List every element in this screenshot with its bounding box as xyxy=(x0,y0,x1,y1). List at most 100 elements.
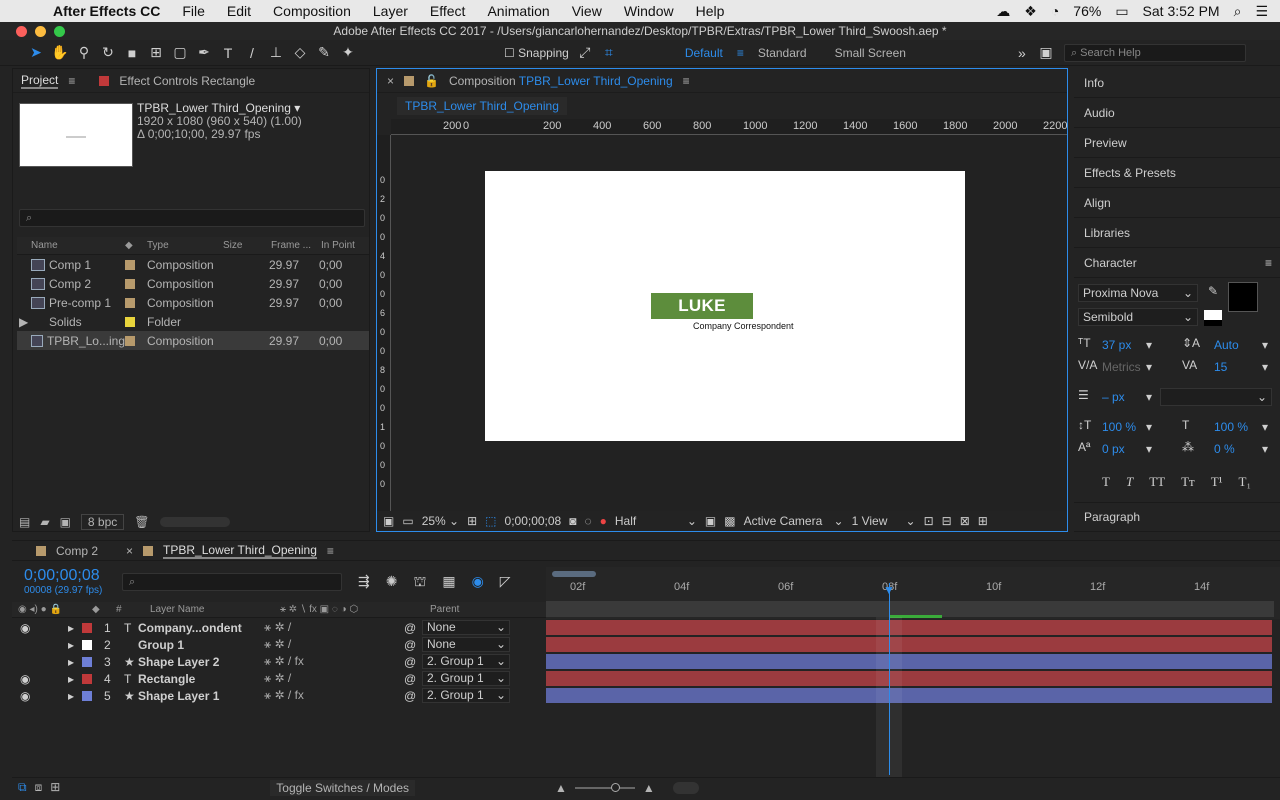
label-swatch[interactable] xyxy=(125,317,135,328)
viewer-timecode[interactable]: 0;00;00;08 xyxy=(505,514,562,528)
work-area-bar[interactable] xyxy=(552,571,596,577)
comp-canvas[interactable]: LUKE HILLS Company Correspondent xyxy=(391,135,1067,511)
transfer-controls-icon[interactable]: ⧈ xyxy=(35,780,43,795)
layer-row[interactable]: ◉ ▸ 4 T Rectangle ⚹ ✲ / @2. Group 1 ⌄ xyxy=(12,670,546,687)
zoom-in-icon[interactable]: ▲ xyxy=(643,781,655,795)
always-preview-icon[interactable]: ▣ xyxy=(383,514,394,528)
roto-brush-tool-icon[interactable]: ✎ xyxy=(312,42,336,64)
playhead-line[interactable] xyxy=(889,583,890,775)
layer-switches[interactable]: ⚹ ✲ / xyxy=(264,671,404,686)
project-row[interactable]: TPBR_Lo...ing Composition 29.97 0;00 xyxy=(17,331,369,350)
character-menu-icon[interactable]: ≡ xyxy=(1265,256,1272,270)
search-help-input[interactable]: ⌕ Search Help xyxy=(1063,43,1246,62)
menu-help[interactable]: Help xyxy=(685,3,736,19)
font-style-dropdown[interactable]: Semibold ⌄ xyxy=(1078,308,1198,326)
layer-duration-bar[interactable] xyxy=(546,637,1272,652)
layer-switches[interactable]: ⚹ ✲ / xyxy=(264,637,404,652)
rotate-tool-icon[interactable]: ↻ xyxy=(96,42,120,64)
comp-frame[interactable]: LUKE HILLS Company Correspondent xyxy=(485,171,965,441)
layer-name[interactable]: Shape Layer 2 xyxy=(138,655,264,669)
font-family-dropdown[interactable]: Proxima Nova ⌄ xyxy=(1078,284,1198,302)
tsume-arrow[interactable]: ▾ xyxy=(1262,442,1268,456)
lock-icon[interactable]: 🔓 xyxy=(424,74,439,88)
workspace-default[interactable]: Default xyxy=(671,46,737,60)
eyedropper-icon[interactable]: ✎ xyxy=(1208,284,1218,298)
panel-effects-presets[interactable]: Effects & Presets xyxy=(1074,158,1280,188)
menu-effect[interactable]: Effect xyxy=(419,3,477,19)
all-caps-button[interactable]: TT xyxy=(1149,474,1165,490)
project-scrollbar[interactable] xyxy=(159,517,230,527)
camera-dropdown[interactable]: Active Camera ⌄ xyxy=(744,514,844,528)
region-icon[interactable]: ⬚ xyxy=(485,514,496,528)
tab-active-comp[interactable]: TPBR_Lower Third_Opening xyxy=(163,543,317,559)
label-swatch[interactable] xyxy=(125,298,135,309)
baseline-shift-arrow[interactable]: ▾ xyxy=(1146,442,1152,456)
project-row[interactable]: Comp 1 Composition 29.97 0;00 xyxy=(17,255,369,274)
pen-tool-icon[interactable]: ✒ xyxy=(192,42,216,64)
snap-edges-icon[interactable]: ⤢ xyxy=(573,42,597,64)
graph-editor-icon[interactable]: ◸ xyxy=(500,573,511,592)
pick-whip-icon[interactable]: @ xyxy=(404,655,422,669)
snapshot-icon[interactable]: ◙ xyxy=(569,514,576,528)
layer-duration-bar[interactable] xyxy=(546,654,1272,669)
parent-dropdown[interactable]: 2. Group 1 ⌄ xyxy=(422,688,510,703)
expand-arrow-icon[interactable]: ▸ xyxy=(68,655,82,669)
project-search-input[interactable]: ⌕ xyxy=(19,209,365,227)
parent-dropdown[interactable]: None ⌄ xyxy=(422,637,510,652)
snap-features-icon[interactable]: ⌗ xyxy=(597,42,621,64)
zoom-out-icon[interactable]: ▲ xyxy=(555,781,567,795)
tab-project[interactable]: Project xyxy=(21,73,59,89)
disclosure-triangle-icon[interactable]: ▶ xyxy=(19,315,28,329)
camera-tool-icon[interactable]: ■ xyxy=(120,42,144,64)
zoom-dropdown[interactable]: 25% ⌄ xyxy=(422,514,459,528)
pan-behind-tool-icon[interactable]: ⊞ xyxy=(144,42,168,64)
tab-comp-2[interactable]: Comp 2 xyxy=(56,544,98,558)
selected-item-name[interactable]: TPBR_Lower Third_Opening ▾ xyxy=(137,101,300,115)
dropbox-icon[interactable]: ❖ xyxy=(1024,3,1037,20)
menu-file[interactable]: File xyxy=(171,3,216,19)
label-swatch[interactable] xyxy=(125,336,135,347)
workspace-standard[interactable]: Standard xyxy=(744,46,821,60)
faux-bold-button[interactable]: T xyxy=(1102,474,1110,490)
label-swatch[interactable] xyxy=(125,260,135,271)
playhead-icon[interactable]: ▼ xyxy=(883,583,895,597)
horizontal-scale-arrow[interactable]: ▾ xyxy=(1262,420,1268,434)
motion-blur-icon[interactable]: ◉ xyxy=(472,573,484,592)
kerning-value[interactable]: Metrics xyxy=(1102,360,1141,374)
brush-tool-icon[interactable]: / xyxy=(240,42,264,64)
col-in-point[interactable]: In Point xyxy=(321,240,361,251)
shy-icon[interactable]: ⛫ xyxy=(413,573,426,592)
panel-toggle-icon[interactable]: ▣ xyxy=(1034,42,1058,64)
menu-edit[interactable]: Edit xyxy=(216,3,262,19)
col-number[interactable]: # xyxy=(116,604,150,615)
resolution-dropdown[interactable]: Half ⌄ xyxy=(615,514,697,528)
label-swatch[interactable] xyxy=(125,279,135,290)
pick-whip-icon[interactable]: @ xyxy=(404,672,422,686)
eye-icon[interactable]: ◉ xyxy=(12,621,68,635)
close-window-button[interactable] xyxy=(16,26,27,37)
fast-preview-icon[interactable]: ⊟ xyxy=(942,514,952,528)
selection-tool-icon[interactable]: ➤ xyxy=(24,42,48,64)
layer-duration-bar[interactable] xyxy=(546,688,1272,703)
show-snapshot-icon[interactable]: ◌ xyxy=(584,514,591,528)
av-switches-icon[interactable]: ◉ ◂) ● 🔒 xyxy=(12,604,92,615)
new-folder-icon[interactable]: ▰ xyxy=(40,515,49,529)
eye-icon[interactable]: ◉ xyxy=(12,672,68,686)
vertical-scale-value[interactable]: 100 % xyxy=(1102,420,1136,434)
toggle-pixel-icon[interactable]: ⊡ xyxy=(924,514,934,528)
project-row[interactable]: Pre-comp 1 Composition 29.97 0;00 xyxy=(17,293,369,312)
rectangle-tool-icon[interactable]: ▢ xyxy=(168,42,192,64)
timeline-link-icon[interactable]: ⊠ xyxy=(960,514,970,528)
layer-color-swatch[interactable] xyxy=(82,623,92,634)
layer-switches[interactable]: ⚹ ✲ / fx xyxy=(264,688,404,703)
leading-value[interactable]: Auto xyxy=(1214,338,1239,352)
tracking-value[interactable]: 15 xyxy=(1214,360,1227,374)
baseline-shift-value[interactable]: 0 px xyxy=(1102,442,1125,456)
stroke-width-arrow[interactable]: ▾ xyxy=(1146,390,1152,404)
col-name[interactable]: Name xyxy=(17,240,125,251)
layer-name[interactable]: Shape Layer 1 xyxy=(138,689,264,703)
leading-arrow[interactable]: ▾ xyxy=(1262,338,1268,352)
channel-icon[interactable]: ● xyxy=(600,514,607,528)
workspace-menu-icon[interactable]: ≡ xyxy=(737,46,744,60)
menu-layer[interactable]: Layer xyxy=(362,3,419,19)
